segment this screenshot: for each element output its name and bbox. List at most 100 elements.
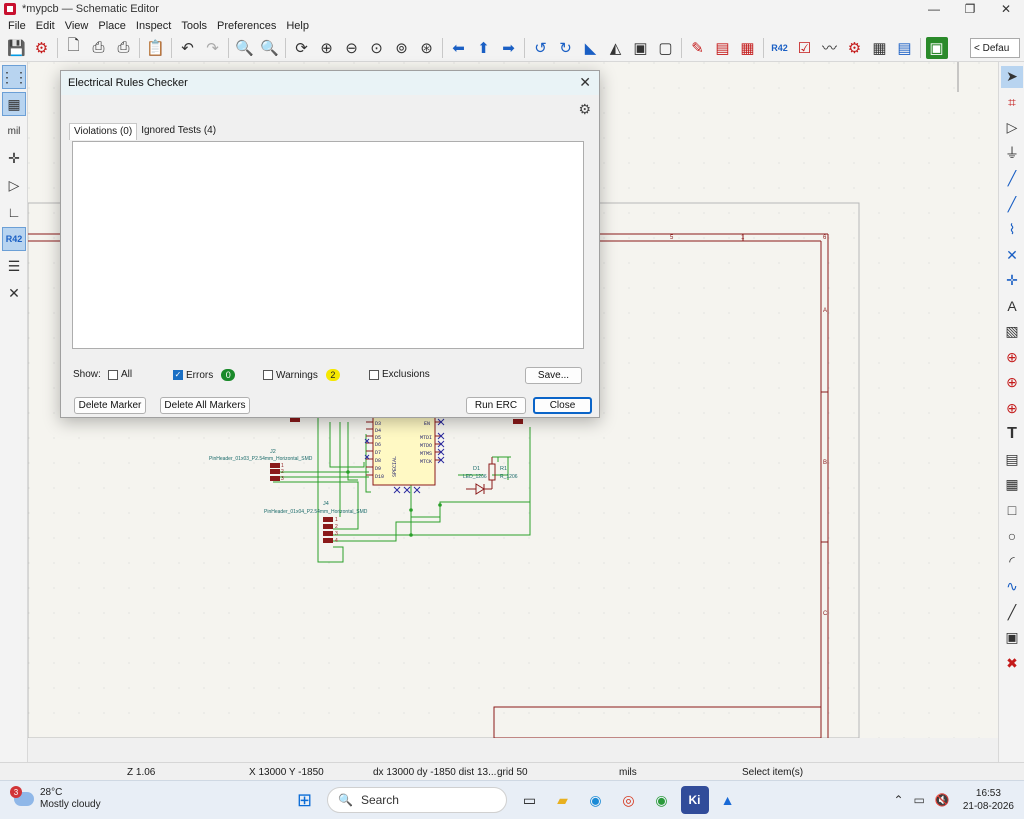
add-sheet-pin-icon[interactable]: ⊕ xyxy=(1001,397,1023,419)
plot-icon[interactable]: ⎙ xyxy=(113,37,135,59)
violations-list[interactable] xyxy=(72,141,584,349)
add-symbol-icon[interactable]: ▷ xyxy=(1001,117,1023,139)
add-net-class-directive-icon[interactable]: ▧ xyxy=(1001,321,1023,343)
delete-all-markers-button[interactable]: Delete All Markers xyxy=(160,397,250,414)
add-circle-icon[interactable]: ○ xyxy=(1001,525,1023,547)
page-settings-icon[interactable]: 🗋 xyxy=(63,37,85,59)
kicad-taskbar-icon[interactable]: Ki xyxy=(680,786,709,814)
zoom-objects-icon[interactable]: ⊚ xyxy=(391,37,413,59)
edge-browser-icon[interactable]: ◉ xyxy=(582,786,610,814)
menu-place[interactable]: Place xyxy=(98,20,126,32)
gear-icon[interactable]: ⚙ xyxy=(578,101,591,118)
add-bus-icon[interactable]: ╱ xyxy=(1001,193,1023,215)
add-global-label-icon[interactable]: ⊕ xyxy=(1001,346,1023,368)
errors-checkbox[interactable]: ✓ xyxy=(173,370,183,380)
maximize-button[interactable]: ❐ xyxy=(952,0,988,18)
add-power-icon[interactable]: ⏚ xyxy=(1001,142,1023,164)
chevron-up-icon[interactable]: ⌃ xyxy=(893,793,903,807)
tab-violations[interactable]: Violations (0) xyxy=(69,123,138,140)
close-window-button[interactable]: ✕ xyxy=(988,0,1024,18)
add-rectangle-icon[interactable]: □ xyxy=(1001,499,1023,521)
simulator-icon[interactable]: 〰 xyxy=(819,37,841,59)
erc-icon[interactable]: ☑ xyxy=(794,37,816,59)
group-icon[interactable]: ▣ xyxy=(630,37,652,59)
highlight-net-icon[interactable]: ⌗ xyxy=(1001,91,1023,113)
navigate-forward-icon[interactable]: ➡ xyxy=(498,37,520,59)
hierarchy-navigator-icon[interactable]: ☰ xyxy=(2,254,26,278)
file-explorer-icon[interactable]: ▰ xyxy=(549,786,577,814)
menu-help[interactable]: Help xyxy=(286,20,309,32)
menu-view[interactable]: View xyxy=(65,20,89,32)
filter-exclusions[interactable]: Exclusions xyxy=(369,369,430,380)
ungroup-icon[interactable]: ▢ xyxy=(655,37,677,59)
taskbar-search[interactable]: 🔍 Search xyxy=(327,787,507,813)
delete-tool-icon[interactable]: ✖ xyxy=(1001,652,1023,674)
select-arrow-icon[interactable]: ➤ xyxy=(1001,65,1023,88)
dialog-close-icon[interactable]: ✕ xyxy=(579,74,591,91)
open-pcb-editor-icon[interactable]: ▣ xyxy=(925,36,948,59)
filter-errors[interactable]: ✓ Errors 0 xyxy=(173,369,236,381)
filter-all[interactable]: All xyxy=(108,369,132,380)
mirror-vertical-icon[interactable]: ◣ xyxy=(580,37,602,59)
add-junction-icon[interactable]: ✛ xyxy=(1001,270,1023,292)
menu-file[interactable]: File xyxy=(8,20,26,32)
close-button[interactable]: Close xyxy=(533,397,592,414)
save-icon[interactable]: 💾 xyxy=(6,37,28,59)
menu-inspect[interactable]: Inspect xyxy=(136,20,171,32)
generate-bom-icon[interactable]: ▤ xyxy=(894,37,916,59)
properties-panel-icon[interactable]: ✕ xyxy=(2,281,26,305)
warnings-checkbox[interactable] xyxy=(263,370,273,380)
annotate-icon[interactable]: ▦ xyxy=(737,37,759,59)
add-textbox-icon[interactable]: ▤ xyxy=(1001,448,1023,470)
undo-icon[interactable]: ↶ xyxy=(177,37,199,59)
symbol-library-browser-icon[interactable]: ▤ xyxy=(712,37,734,59)
unit-selector[interactable]: < Defau xyxy=(970,38,1020,58)
menu-edit[interactable]: Edit xyxy=(36,20,55,32)
display-icon[interactable]: ▭ xyxy=(914,793,925,807)
add-text-icon[interactable]: T xyxy=(1001,423,1023,445)
add-table-icon[interactable]: ▦ xyxy=(1001,474,1023,496)
assign-footprints-icon[interactable]: ⚙ xyxy=(844,37,866,59)
add-no-connect-icon[interactable]: ✕ xyxy=(1001,244,1023,266)
find-icon[interactable]: 🔍 xyxy=(234,37,256,59)
grid-overrides-icon[interactable]: ▦ xyxy=(2,92,26,116)
add-label-icon[interactable]: A xyxy=(1001,295,1023,317)
delete-marker-button[interactable]: Delete Marker xyxy=(74,397,146,414)
paste-icon[interactable]: 📋 xyxy=(145,37,167,59)
zoom-in-icon[interactable]: ⊕ xyxy=(316,37,338,59)
zoom-out-icon[interactable]: ⊖ xyxy=(341,37,363,59)
print-icon[interactable]: ⎙ xyxy=(88,37,110,59)
symbol-fields-table-icon[interactable]: ▦ xyxy=(869,37,891,59)
add-bus-entry-icon[interactable]: ⌇ xyxy=(1001,219,1023,241)
exclusions-checkbox[interactable] xyxy=(369,369,379,380)
all-checkbox[interactable] xyxy=(108,369,118,380)
chrome-profile-icon[interactable]: ◎ xyxy=(615,786,643,814)
minimize-button[interactable]: — xyxy=(916,0,952,18)
add-arc-icon[interactable]: ◜ xyxy=(1001,550,1023,572)
redo-icon[interactable]: ↷ xyxy=(202,37,224,59)
hidden-pins-icon[interactable]: ▷ xyxy=(2,173,26,197)
tab-ignored-tests[interactable]: Ignored Tests (4) xyxy=(137,123,220,140)
annotate-schematic-icon[interactable]: R42 xyxy=(769,37,791,59)
clock[interactable]: 16:53 21-08-2026 xyxy=(963,787,1014,813)
menu-preferences[interactable]: Preferences xyxy=(217,20,276,32)
chrome-browser-icon[interactable]: ◉ xyxy=(648,786,676,814)
speaker-muted-icon[interactable]: 🔇 xyxy=(935,793,950,807)
navigate-back-icon[interactable]: ⬅ xyxy=(448,37,470,59)
task-view-icon[interactable]: ▭ xyxy=(516,786,544,814)
add-line-icon[interactable]: ╱ xyxy=(1001,601,1023,623)
rotate-cw-icon[interactable]: ↻ xyxy=(555,37,577,59)
run-erc-button[interactable]: Run ERC xyxy=(466,397,526,414)
zoom-selection-icon[interactable]: ⊛ xyxy=(416,37,438,59)
annotation-icon[interactable]: R42 xyxy=(2,227,26,251)
menu-tools[interactable]: Tools xyxy=(181,20,207,32)
windows-start-icon[interactable]: ⊞ xyxy=(291,786,319,814)
find-replace-icon[interactable]: 🔍 xyxy=(259,37,281,59)
zoom-fit-icon[interactable]: ⊙ xyxy=(366,37,388,59)
mirror-horizontal-icon[interactable]: ◭ xyxy=(605,37,627,59)
add-hierarchical-label-icon[interactable]: ⊕ xyxy=(1001,372,1023,394)
add-image-icon[interactable]: ▣ xyxy=(1001,627,1023,649)
units-mils-icon[interactable]: mil xyxy=(2,119,26,143)
photos-icon[interactable]: ▲ xyxy=(714,786,742,814)
add-wire-icon[interactable]: ╱ xyxy=(1001,168,1023,190)
